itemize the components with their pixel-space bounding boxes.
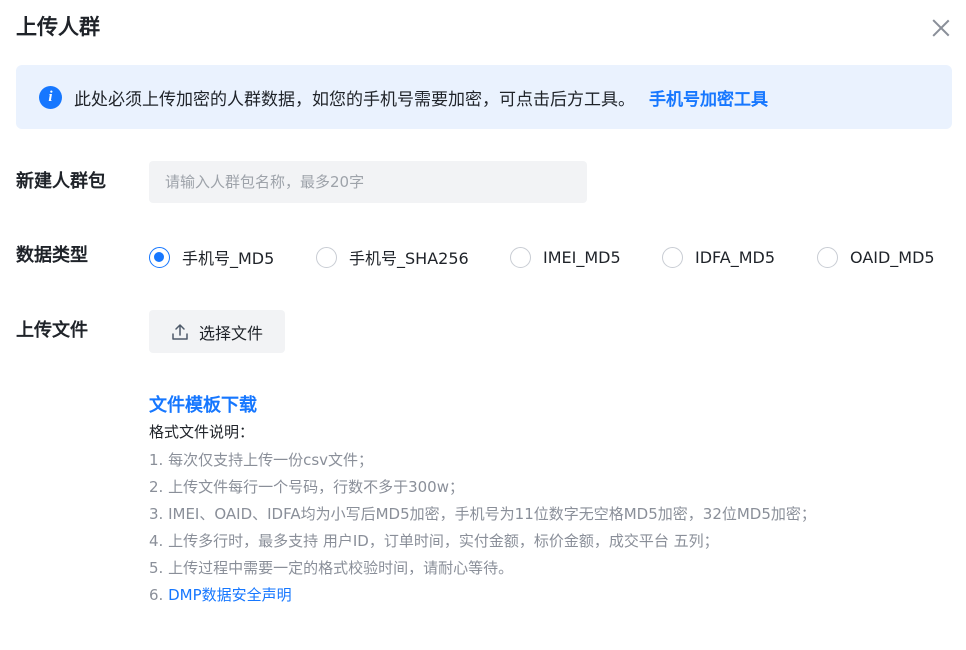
info-notice: i 此处必须上传加密的人群数据，如您的手机号需要加密，可点击后方工具。 手机号加…: [16, 65, 952, 129]
upload-audience-dialog: 上传人群 i 此处必须上传加密的人群数据，如您的手机号需要加密，可点击后方工具。…: [0, 0, 966, 650]
list-item: 4. 上传多行时，最多支持 用户ID，订单时间，实付金额，标价金额，成交平台 五…: [149, 532, 719, 550]
radio-oaid-md5[interactable]: OAID_MD5: [817, 244, 935, 270]
radio-label: OAID_MD5: [850, 247, 935, 267]
radio-label: 手机号_MD5: [182, 249, 275, 268]
choose-file-label: 选择文件: [198, 323, 263, 343]
notice-text: 此处必须上传加密的人群数据，如您的手机号需要加密，可点击后方工具。: [74, 89, 635, 110]
list-item: 2. 上传文件每行一个号码，行数不多于300w；: [149, 478, 464, 496]
upload-file-label: 上传文件: [16, 320, 88, 341]
dialog-title: 上传人群: [16, 15, 100, 39]
list-item: 1. 每次仅支持上传一份csv文件；: [149, 451, 374, 469]
radio-label: IDFA_MD5: [695, 247, 776, 267]
format-description-title: 格式文件说明：: [149, 423, 255, 441]
radio-unchecked-icon: [510, 246, 531, 268]
info-icon: i: [39, 85, 62, 109]
radio-phone-md5[interactable]: 手机号_MD5: [149, 244, 274, 270]
list-item-number: 6.: [149, 586, 169, 604]
template-download-link[interactable]: 文件模板下载: [149, 391, 257, 417]
phone-encrypt-tool-link[interactable]: 手机号加密工具: [649, 85, 768, 110]
choose-file-button[interactable]: 选择文件: [149, 310, 285, 353]
radio-unchecked-icon: [662, 246, 683, 268]
data-type-label: 数据类型: [16, 245, 88, 266]
radio-unchecked-icon: [316, 246, 337, 268]
radio-checked-icon: [149, 246, 170, 268]
list-item: 3. IMEI、OAID、IDFA均为小写后MD5加密，手机号为11位数字无空格…: [149, 505, 816, 523]
upload-icon: [172, 323, 188, 340]
audience-name-label: 新建人群包: [16, 171, 106, 192]
list-item: 5. 上传过程中需要一定的格式校验时间，请耐心等待。: [149, 559, 514, 577]
format-description-list: 1. 每次仅支持上传一份csv文件； 2. 上传文件每行一个号码，行数不多于30…: [149, 447, 816, 609]
dmp-security-statement-link[interactable]: DMP数据安全声明: [168, 586, 292, 604]
radio-unchecked-icon: [817, 246, 838, 268]
radio-label: 手机号_SHA256: [349, 249, 469, 268]
close-icon[interactable]: [928, 15, 954, 41]
radio-idfa-md5[interactable]: IDFA_MD5: [662, 244, 775, 270]
audience-name-input[interactable]: [149, 161, 587, 203]
radio-label: IMEI_MD5: [543, 247, 621, 267]
radio-phone-sha256[interactable]: 手机号_SHA256: [316, 244, 469, 270]
list-item: 6. DMP数据安全声明: [149, 582, 816, 609]
radio-imei-md5[interactable]: IMEI_MD5: [510, 244, 621, 270]
